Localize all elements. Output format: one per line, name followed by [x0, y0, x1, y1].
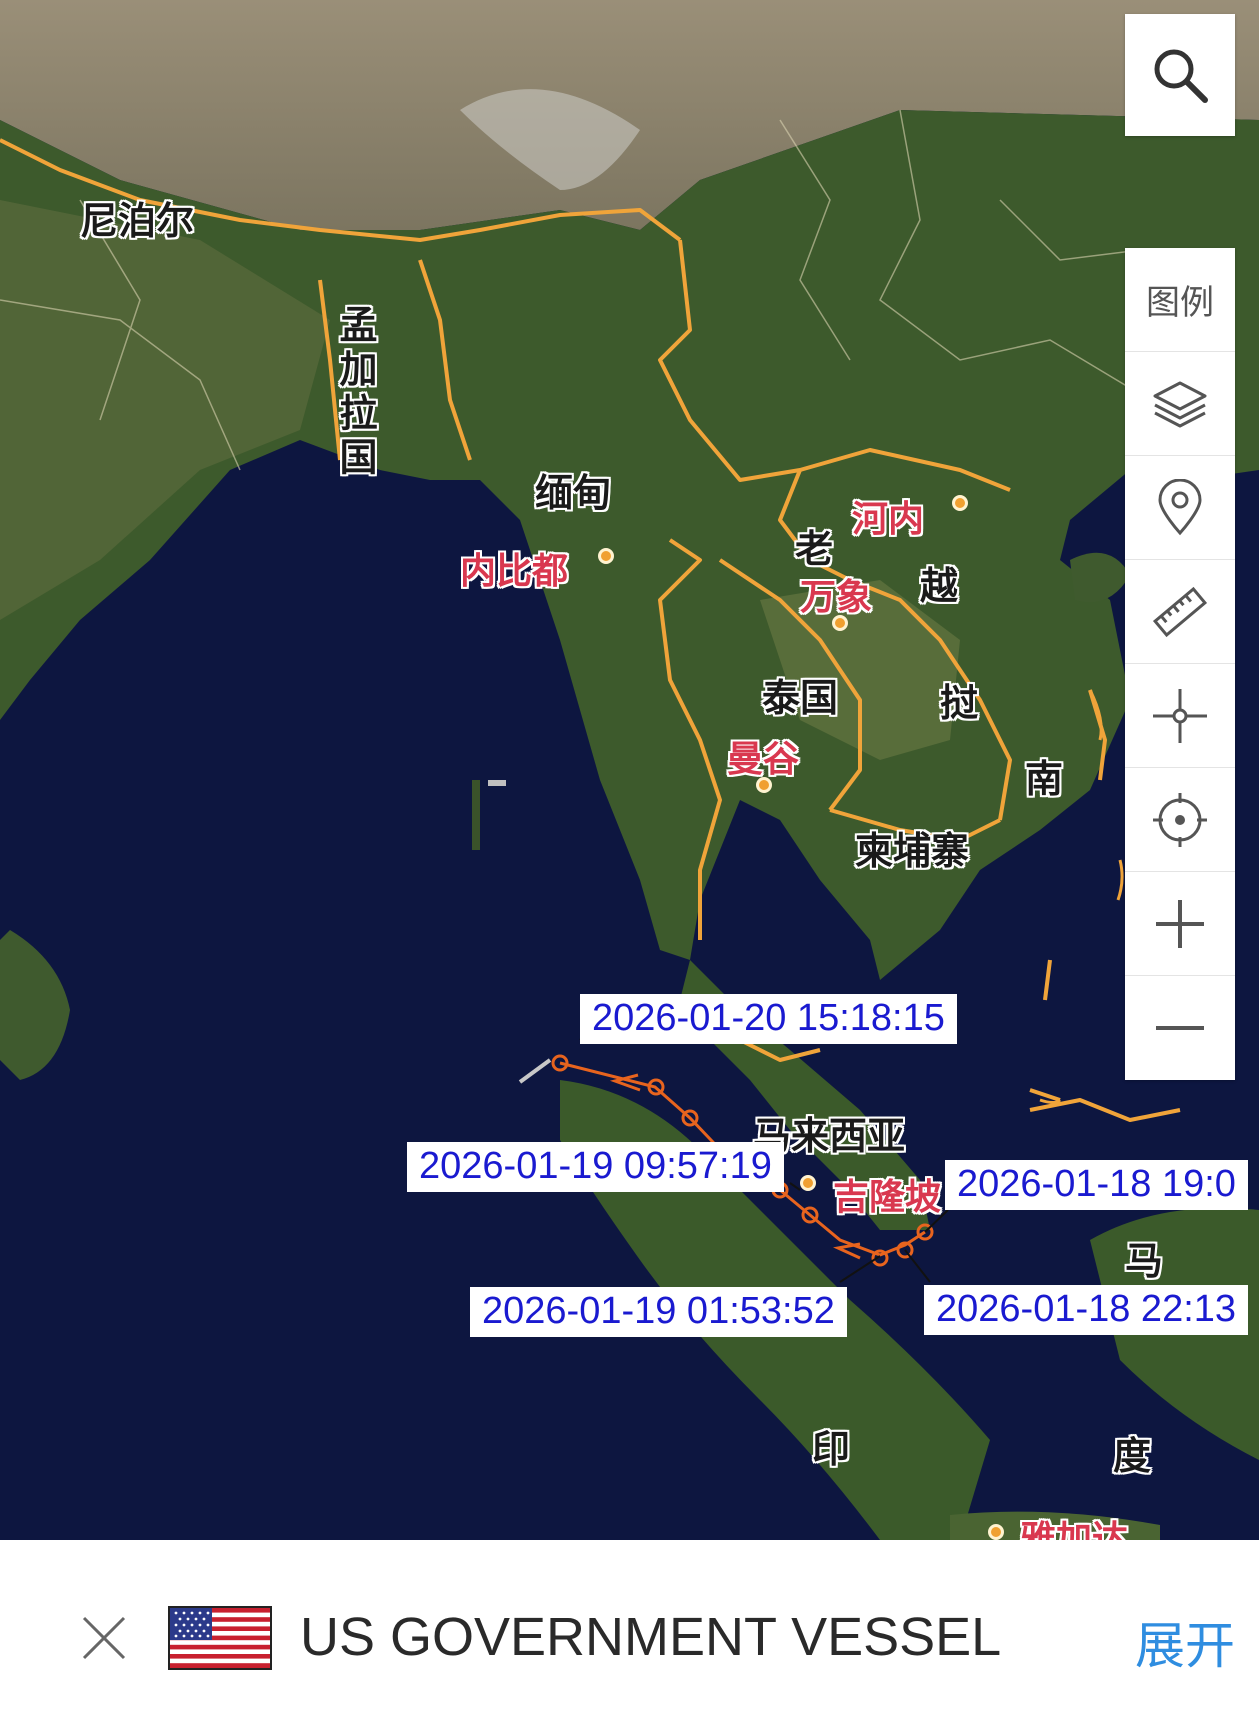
us-flag-icon	[168, 1606, 272, 1670]
track-timestamp-label[interactable]: 2026-01-18 19:0	[945, 1160, 1248, 1210]
close-icon	[82, 1616, 126, 1660]
center-point-icon	[1153, 688, 1207, 743]
track-timestamp-label[interactable]: 2026-01-19 01:53:52	[470, 1287, 847, 1337]
ruler-icon	[1152, 586, 1208, 637]
city-marker-jakarta	[988, 1524, 1004, 1540]
country-label-thailand: 泰国	[762, 676, 839, 720]
zoom-out-button[interactable]	[1125, 976, 1235, 1080]
location-pin-icon	[1158, 478, 1202, 535]
track-timestamp-label[interactable]: 2026-01-20 15:18:15	[580, 994, 957, 1044]
city-marker-vientiane	[832, 615, 848, 631]
country-label-myanmar: 缅甸	[535, 471, 612, 515]
country-label-nepal: 尼泊尔	[80, 199, 195, 243]
country-label-malaysia-2: 马	[1125, 1239, 1164, 1283]
city-marker-naypyidaw	[598, 548, 614, 564]
city-label-vientiane: 万象	[800, 577, 873, 618]
map-view[interactable]: 尼泊尔 孟加拉国 缅甸 老 越 泰国 挝 南 柬埔寨 马来西亚 马 印 度 内比…	[0, 0, 1259, 1540]
search-icon	[1154, 49, 1208, 103]
legend-label: 图例	[1146, 283, 1214, 323]
track-timestamp-label[interactable]: 2026-01-19 09:57:19	[407, 1142, 784, 1192]
city-marker-kuala-lumpur	[800, 1175, 816, 1191]
zoom-in-icon	[1156, 899, 1204, 948]
country-label-indonesia-2: 度	[1113, 1434, 1152, 1478]
locate-button[interactable]	[1125, 768, 1235, 872]
search-button[interactable]	[1125, 14, 1235, 136]
map-toolbar: 图例	[1125, 248, 1235, 1080]
country-label-indonesia-1: 印	[812, 1427, 851, 1471]
city-label-naypyidaw: 内比都	[460, 551, 569, 592]
country-label-laos: 老	[795, 527, 834, 571]
close-button[interactable]	[78, 1612, 130, 1664]
city-marker-bangkok	[756, 777, 772, 793]
country-label-vietnam-2: 南	[1025, 757, 1064, 801]
city-label-bangkok: 曼谷	[727, 739, 800, 780]
city-label-hanoi: 河内	[852, 499, 925, 540]
vessel-name: US GOVERNMENT VESSEL	[300, 1607, 1002, 1667]
city-marker-hanoi	[952, 495, 968, 511]
country-label-vietnam-1: 越	[920, 564, 959, 608]
location-pin-button[interactable]	[1125, 456, 1235, 560]
center-point-button[interactable]	[1125, 664, 1235, 768]
layers-button[interactable]	[1125, 352, 1235, 456]
city-label-jakarta: 雅加达	[1020, 1519, 1129, 1540]
locate-icon	[1153, 792, 1207, 847]
zoom-out-icon	[1156, 1026, 1204, 1030]
country-label-bangladesh: 孟加拉国	[333, 305, 377, 481]
track-timestamp-label[interactable]: 2026-01-18 22:13	[924, 1285, 1249, 1335]
expand-button[interactable]: 展开	[1135, 1606, 1235, 1678]
legend-button[interactable]: 图例	[1125, 248, 1235, 352]
ruler-button[interactable]	[1125, 560, 1235, 664]
country-label-laos-2: 挝	[940, 681, 979, 725]
layers-icon	[1153, 381, 1207, 427]
city-label-kuala-lumpur: 吉隆坡	[833, 1177, 942, 1218]
country-label-cambodia: 柬埔寨	[855, 829, 970, 873]
zoom-in-button[interactable]	[1125, 872, 1235, 976]
